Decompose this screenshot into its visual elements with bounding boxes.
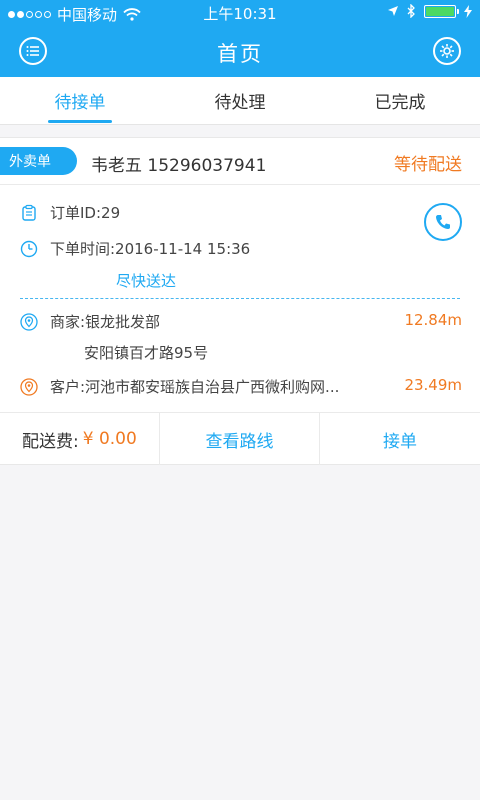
customer-pin-icon xyxy=(20,377,38,396)
clock-icon xyxy=(20,240,38,257)
location-pin-icon xyxy=(20,312,38,331)
status-bar: 中国移动 上午10:31 xyxy=(0,0,480,26)
delivery-note: 尽快送达 xyxy=(116,272,177,290)
bluetooth-icon xyxy=(407,4,415,18)
charging-icon xyxy=(464,4,472,18)
app-header: 中国移动 上午10:31 首页 xyxy=(0,0,480,77)
order-id-row: 订单ID:29 xyxy=(20,202,120,223)
order-type-badge: 外卖单 xyxy=(0,147,77,175)
page-title: 首页 xyxy=(217,42,263,66)
order-card-header: 外卖单 韦老五 15296037941 等待配送 xyxy=(0,138,480,185)
order-time: 下单时间:2016-11-14 15:36 xyxy=(50,240,251,258)
nav-bar: 首页 xyxy=(0,26,480,77)
delivery-fee: 配送费: ¥ 0.00 xyxy=(0,413,160,465)
accept-order-button[interactable]: 接单 xyxy=(320,413,480,465)
settings-button[interactable] xyxy=(433,37,461,65)
tab-completed[interactable]: 已完成 xyxy=(320,77,480,124)
fee-label: 配送费: xyxy=(22,431,79,452)
customer-distance: 23.49m xyxy=(404,376,462,394)
battery-icon xyxy=(424,4,459,18)
clipboard-icon xyxy=(22,204,36,221)
tab-pending-process[interactable]: 待处理 xyxy=(160,77,320,124)
merchant-address: 安阳镇百才路95号 xyxy=(84,344,209,362)
location-arrow-icon xyxy=(388,6,398,16)
merchant-name: 商家:银龙批发部 xyxy=(50,313,161,331)
order-card: 外卖单 韦老五 15296037941 等待配送 订单ID:29 下单时间:20… xyxy=(0,137,480,465)
phone-icon xyxy=(436,215,450,229)
order-id: 订单ID:29 xyxy=(50,204,121,222)
tab-pending-accept[interactable]: 待接单 xyxy=(0,77,160,124)
call-button[interactable] xyxy=(424,203,462,241)
gear-icon xyxy=(440,44,454,58)
section-divider xyxy=(20,298,460,299)
merchant-distance: 12.84m xyxy=(404,311,462,329)
customer-contact: 韦老五 15296037941 xyxy=(91,156,267,176)
merchant-row: 商家:银龙批发部 xyxy=(20,311,160,332)
view-route-button[interactable]: 查看路线 xyxy=(160,413,320,465)
fee-amount: ¥ 0.00 xyxy=(82,429,137,449)
customer-address: 客户:河池市都安瑶族自治县广西微利购网... xyxy=(50,378,340,396)
customer-row: 客户:河池市都安瑶族自治县广西微利购网... xyxy=(20,376,339,397)
order-time-row: 下单时间:2016-11-14 15:36 xyxy=(20,238,250,259)
order-actions: 配送费: ¥ 0.00 查看路线 接单 xyxy=(0,412,480,465)
order-status: 等待配送 xyxy=(394,155,462,175)
order-tabs: 待接单 待处理 已完成 xyxy=(0,77,480,125)
